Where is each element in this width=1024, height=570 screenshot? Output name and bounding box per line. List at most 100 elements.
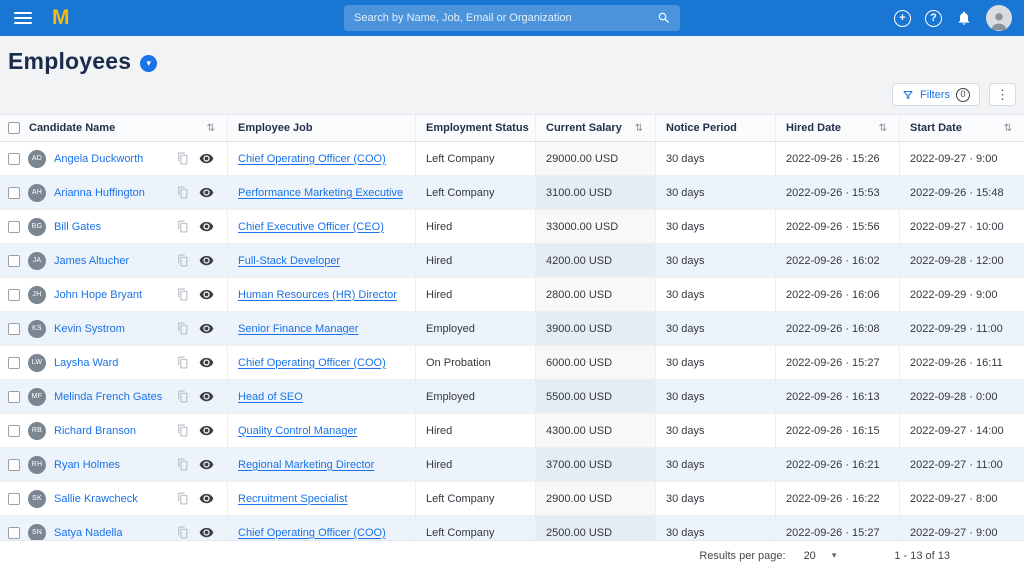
employee-job-link[interactable]: Full-Stack Developer bbox=[238, 255, 340, 267]
candidate-name-link[interactable]: Arianna Huffington bbox=[54, 187, 145, 199]
notifications-icon[interactable] bbox=[956, 10, 972, 26]
employee-job-link[interactable]: Head of SEO bbox=[238, 391, 303, 403]
page-title-dropdown[interactable]: ▾ bbox=[140, 55, 157, 72]
view-icon[interactable] bbox=[199, 253, 214, 268]
row-actions bbox=[176, 423, 217, 438]
current-salary: 29000.00 USD bbox=[546, 153, 618, 165]
row-checkbox[interactable] bbox=[8, 527, 20, 539]
table-row: LW Laysha Ward Chief Operating Officer (… bbox=[0, 346, 1024, 380]
menu-icon[interactable] bbox=[14, 12, 32, 24]
candidate-name-link[interactable]: Kevin Systrom bbox=[54, 323, 125, 335]
view-icon[interactable] bbox=[199, 457, 214, 472]
start-date: 2022-09-27 · 10:00 bbox=[910, 221, 1004, 233]
document-icon[interactable] bbox=[176, 186, 189, 199]
view-icon[interactable] bbox=[199, 423, 214, 438]
current-salary: 2500.00 USD bbox=[546, 527, 612, 539]
sort-icon[interactable]: ⇅ bbox=[207, 123, 217, 134]
table-row: AD Angela Duckworth Chief Operating Offi… bbox=[0, 142, 1024, 176]
help-icon[interactable]: ? bbox=[925, 10, 942, 27]
view-icon[interactable] bbox=[199, 219, 214, 234]
document-icon[interactable] bbox=[176, 356, 189, 369]
pagination-range: 1 - 13 of 13 bbox=[894, 550, 950, 562]
employee-job-link[interactable]: Chief Operating Officer (COO) bbox=[238, 153, 386, 165]
employee-job-link[interactable]: Recruitment Specialist bbox=[238, 493, 347, 505]
sort-icon[interactable]: ⇅ bbox=[879, 123, 889, 134]
candidate-name-link[interactable]: Sallie Krawcheck bbox=[54, 493, 138, 505]
table-row: RH Ryan Holmes Regional Marketing Direct… bbox=[0, 448, 1024, 482]
row-checkbox[interactable] bbox=[8, 493, 20, 505]
candidate-name-link[interactable]: Laysha Ward bbox=[54, 357, 118, 369]
view-icon[interactable] bbox=[199, 355, 214, 370]
row-checkbox[interactable] bbox=[8, 357, 20, 369]
employment-status: Employed bbox=[426, 323, 475, 335]
row-checkbox[interactable] bbox=[8, 289, 20, 301]
view-icon[interactable] bbox=[199, 491, 214, 506]
employee-job-link[interactable]: Chief Executive Officer (CEO) bbox=[238, 221, 384, 233]
view-icon[interactable] bbox=[199, 287, 214, 302]
row-checkbox[interactable] bbox=[8, 459, 20, 471]
candidate-name-link[interactable]: Ryan Holmes bbox=[54, 459, 120, 471]
filter-icon bbox=[902, 89, 914, 101]
more-options-button[interactable]: ⋮ bbox=[989, 83, 1016, 106]
document-icon[interactable] bbox=[176, 152, 189, 165]
candidate-name-link[interactable]: Bill Gates bbox=[54, 221, 101, 233]
employee-job-link[interactable]: Quality Control Manager bbox=[238, 425, 357, 437]
row-checkbox[interactable] bbox=[8, 391, 20, 403]
sort-icon[interactable]: ⇅ bbox=[1004, 123, 1014, 134]
person-icon bbox=[988, 9, 1010, 31]
employee-job-link[interactable]: Regional Marketing Director bbox=[238, 459, 374, 471]
results-per-page-select[interactable]: 20 ▾ bbox=[804, 550, 837, 562]
hired-date: 2022-09-26 · 15:56 bbox=[786, 221, 880, 233]
notice-period: 30 days bbox=[666, 187, 705, 199]
row-checkbox[interactable] bbox=[8, 255, 20, 267]
topbar-actions: + ? bbox=[894, 5, 1012, 31]
sort-icon[interactable]: ⇅ bbox=[635, 123, 645, 134]
document-icon[interactable] bbox=[176, 254, 189, 267]
employee-job-link[interactable]: Chief Operating Officer (COO) bbox=[238, 527, 386, 539]
candidate-name-link[interactable]: James Altucher bbox=[54, 255, 129, 267]
add-icon[interactable]: + bbox=[894, 10, 911, 27]
document-icon[interactable] bbox=[176, 288, 189, 301]
filters-button[interactable]: Filters 0 bbox=[892, 83, 980, 106]
view-icon[interactable] bbox=[199, 525, 214, 540]
column-header-hired-date[interactable]: Hired Date bbox=[786, 122, 841, 134]
document-icon[interactable] bbox=[176, 492, 189, 505]
view-icon[interactable] bbox=[199, 389, 214, 404]
document-icon[interactable] bbox=[176, 322, 189, 335]
row-checkbox[interactable] bbox=[8, 323, 20, 335]
column-header-start-date[interactable]: Start Date bbox=[910, 122, 962, 134]
search-icon[interactable] bbox=[657, 11, 671, 25]
hired-date: 2022-09-26 · 16:08 bbox=[786, 323, 880, 335]
document-icon[interactable] bbox=[176, 220, 189, 233]
employee-job-link[interactable]: Senior Finance Manager bbox=[238, 323, 358, 335]
column-header-current-salary[interactable]: Current Salary bbox=[546, 122, 622, 134]
candidate-name-link[interactable]: Richard Branson bbox=[54, 425, 136, 437]
row-checkbox[interactable] bbox=[8, 425, 20, 437]
select-all-checkbox[interactable] bbox=[8, 122, 20, 134]
row-checkbox[interactable] bbox=[8, 221, 20, 233]
view-icon[interactable] bbox=[199, 185, 214, 200]
search-input[interactable] bbox=[344, 12, 657, 24]
document-icon[interactable] bbox=[176, 526, 189, 539]
row-checkbox[interactable] bbox=[8, 153, 20, 165]
employee-job-link[interactable]: Human Resources (HR) Director bbox=[238, 289, 397, 301]
document-icon[interactable] bbox=[176, 458, 189, 471]
user-avatar[interactable] bbox=[986, 5, 1012, 31]
row-checkbox[interactable] bbox=[8, 187, 20, 199]
employee-job-link[interactable]: Chief Operating Officer (COO) bbox=[238, 357, 386, 369]
candidate-name-link[interactable]: Melinda French Gates bbox=[54, 391, 162, 403]
candidate-name-link[interactable]: John Hope Bryant bbox=[54, 289, 142, 301]
candidate-name-link[interactable]: Angela Duckworth bbox=[54, 153, 143, 165]
document-icon[interactable] bbox=[176, 424, 189, 437]
column-header-candidate-name[interactable]: Candidate Name bbox=[29, 122, 115, 134]
document-icon[interactable] bbox=[176, 390, 189, 403]
view-icon[interactable] bbox=[199, 151, 214, 166]
notice-period: 30 days bbox=[666, 323, 705, 335]
candidate-name-link[interactable]: Satya Nadella bbox=[54, 527, 123, 539]
employment-status: Hired bbox=[426, 221, 452, 233]
view-icon[interactable] bbox=[199, 321, 214, 336]
hired-date: 2022-09-26 · 15:53 bbox=[786, 187, 880, 199]
search-bar[interactable] bbox=[344, 5, 680, 31]
employee-job-link[interactable]: Performance Marketing Executive bbox=[238, 187, 403, 199]
app-logo[interactable]: M bbox=[52, 6, 70, 30]
